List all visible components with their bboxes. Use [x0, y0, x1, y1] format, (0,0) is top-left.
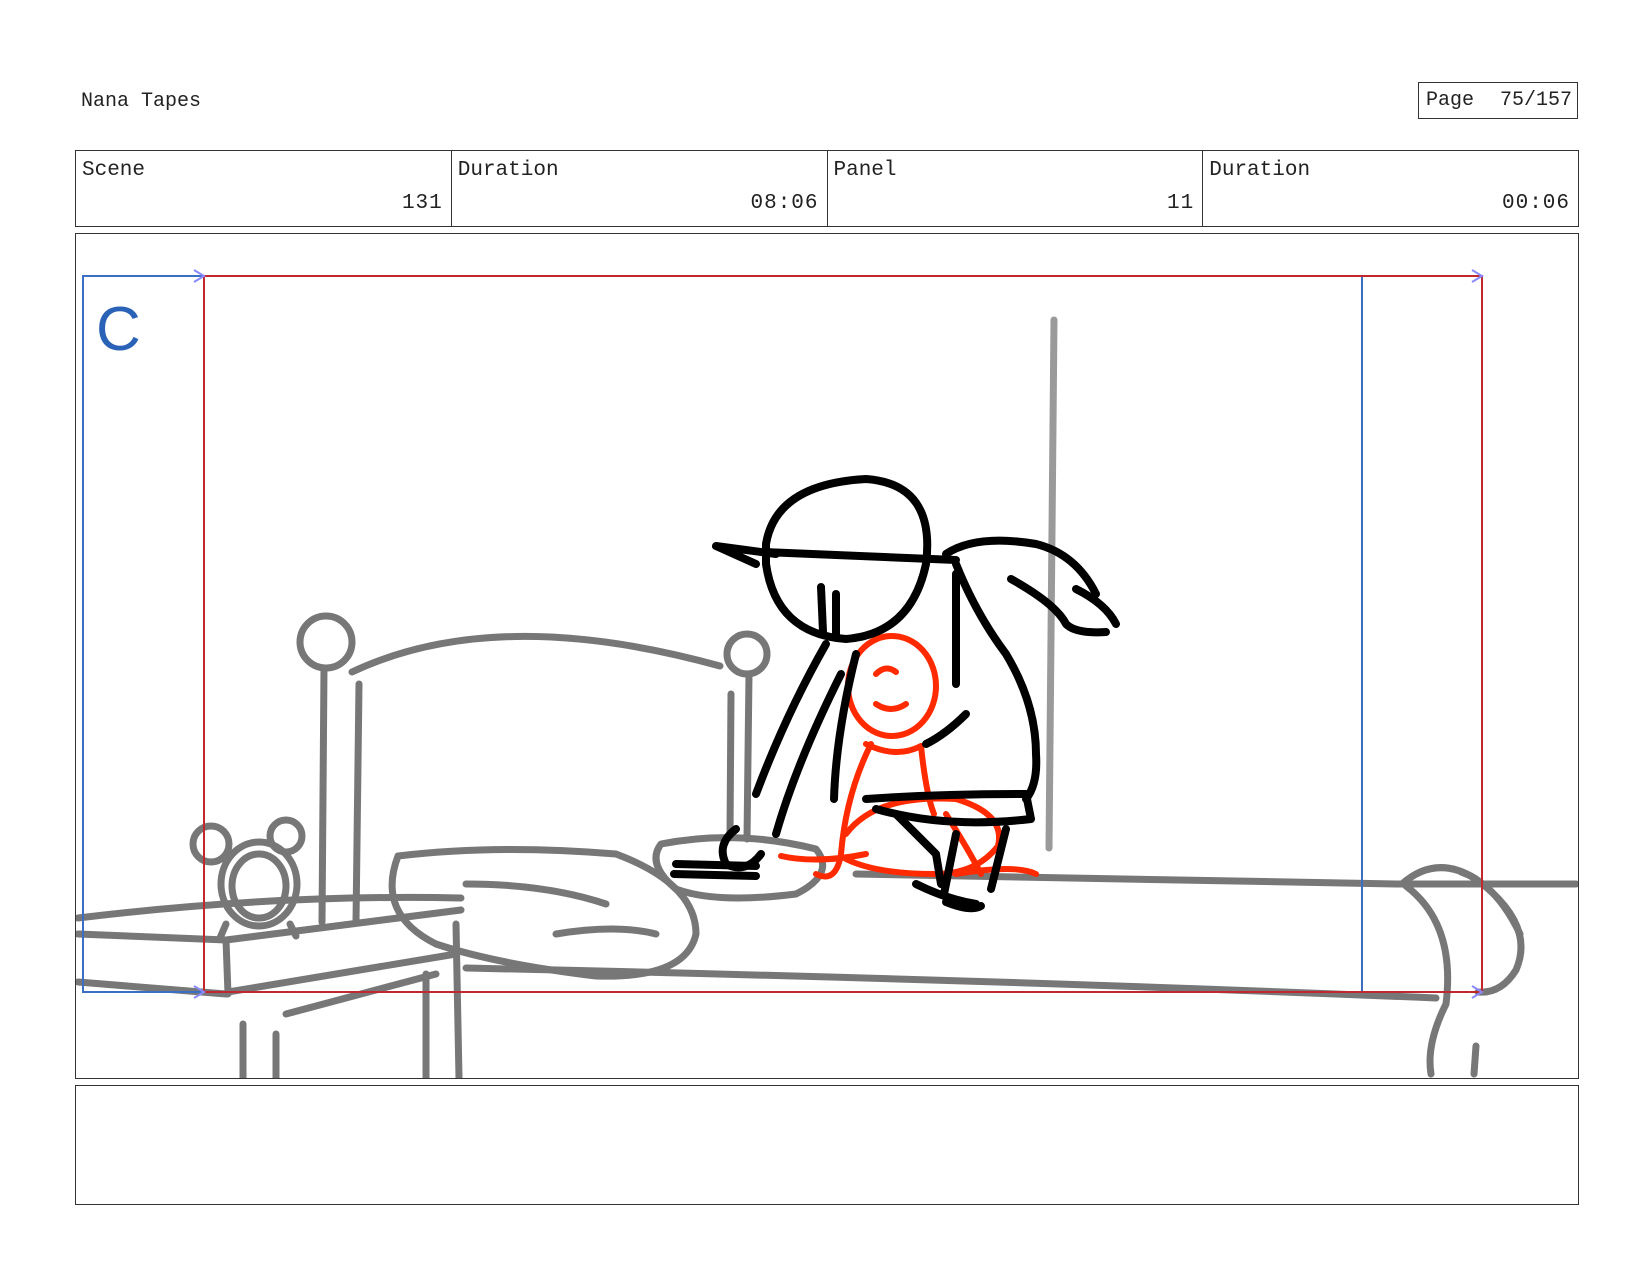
camera-frames	[82, 269, 1484, 999]
scene-duration-label: Duration	[457, 159, 559, 182]
panel-cell: Panel 11	[826, 151, 1203, 226]
panel-notes[interactable]	[75, 1085, 1579, 1205]
scene-label: Scene	[82, 159, 146, 182]
page-number: 75/157	[1500, 89, 1573, 112]
panel-value: 11	[1167, 192, 1195, 215]
panel-duration-value: 00:06	[1501, 192, 1570, 215]
scene-duration-cell: Duration 08:06	[450, 151, 827, 226]
storyboard-panel: C	[75, 233, 1579, 1079]
panel-duration-label: Duration	[1209, 159, 1311, 182]
panel-duration-cell: Duration 00:06	[1202, 151, 1578, 226]
scene-info-table: Scene 131 Duration 08:06 Panel 11 Durati…	[75, 150, 1579, 227]
camera-label: C	[96, 295, 141, 364]
page-label: Page	[1426, 89, 1475, 112]
scene-cell: Scene 131	[76, 151, 451, 226]
scene-value: 131	[401, 192, 443, 215]
panel-label: Panel	[833, 159, 897, 182]
page-indicator: Page 75/157	[1418, 82, 1578, 119]
camera-start-frame	[82, 275, 1363, 993]
scene-duration-value: 08:06	[750, 192, 819, 215]
child-character-sketch	[778, 633, 1039, 880]
project-title: Nana Tapes	[81, 90, 202, 113]
panel-drawing: C	[76, 269, 1578, 1078]
